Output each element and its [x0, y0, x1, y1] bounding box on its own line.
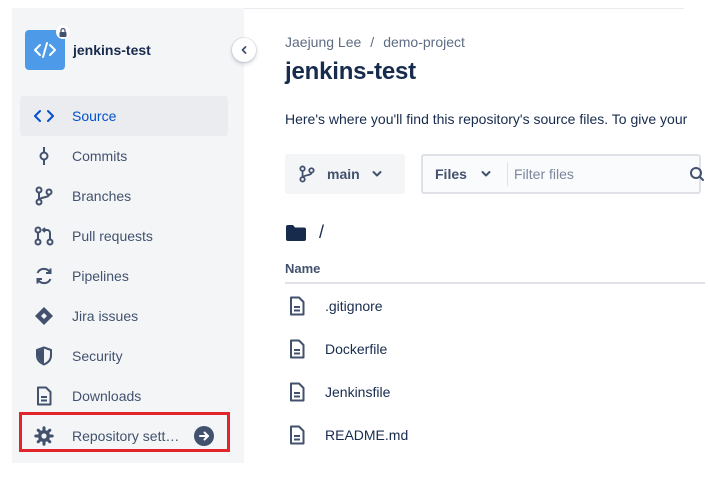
sidebar-item-label: Jira issues: [72, 308, 139, 324]
sidebar-item-label: Security: [72, 348, 123, 364]
path-root[interactable]: /: [319, 222, 324, 243]
shield-icon: [32, 344, 56, 368]
breadcrumb-separator: /: [370, 34, 375, 50]
file-icon: [285, 380, 309, 404]
commit-icon: [32, 144, 56, 168]
gear-icon: [32, 424, 56, 448]
sidebar-nav: Source Commits Branches Pull requests Pi…: [20, 96, 228, 456]
sidebar-item-downloads[interactable]: Downloads: [20, 376, 228, 416]
search-icon[interactable]: [689, 166, 705, 187]
sidebar-item-commits[interactable]: Commits: [20, 136, 228, 176]
list-item[interactable]: README.md: [285, 423, 408, 447]
repo-name[interactable]: jenkins-test: [73, 42, 151, 58]
folder-icon: [286, 224, 306, 241]
lock-icon: [56, 25, 70, 39]
files-type-select[interactable]: Files: [423, 156, 507, 192]
breadcrumb-project[interactable]: demo-project: [383, 34, 465, 50]
file-icon: [285, 294, 309, 318]
main-content: Jaejung Lee / demo-project jenkins-test He…: [244, 0, 708, 481]
branch-selector[interactable]: main: [285, 154, 405, 194]
page-description: Here's where you'll find this repository…: [285, 111, 688, 127]
sidebar-item-label: Repository sett…: [72, 428, 180, 444]
jira-icon: [32, 304, 56, 328]
list-item[interactable]: Jenkinsfile: [285, 380, 390, 404]
sidebar-item-label: Downloads: [72, 388, 142, 404]
sidebar-item-repository-settings[interactable]: Repository sett…: [20, 416, 228, 456]
file-icon: [285, 423, 309, 447]
sidebar-item-label: Pull requests: [72, 228, 153, 244]
branch-icon: [32, 184, 56, 208]
list-item[interactable]: Dockerfile: [285, 337, 387, 361]
divider: [244, 8, 684, 9]
divider: [285, 282, 705, 284]
breadcrumb-owner[interactable]: Jaejung Lee: [285, 34, 361, 50]
list-item[interactable]: .gitignore: [285, 294, 383, 318]
repo-header[interactable]: jenkins-test: [25, 25, 151, 70]
sidebar-item-jira-issues[interactable]: Jira issues: [20, 296, 228, 336]
column-header-name[interactable]: Name: [285, 261, 320, 276]
sidebar-item-label: Commits: [72, 148, 128, 164]
breadcrumb: Jaejung Lee / demo-project: [285, 34, 465, 50]
chevron-down-icon: [372, 170, 382, 178]
sidebar-item-security[interactable]: Security: [20, 336, 228, 376]
sidebar-item-label: Branches: [72, 188, 132, 204]
file-name[interactable]: Dockerfile: [325, 341, 387, 357]
file-name[interactable]: README.md: [325, 427, 408, 443]
sidebar-item-pipelines[interactable]: Pipelines: [20, 256, 228, 296]
code-icon: [34, 42, 56, 58]
sidebar-item-source[interactable]: Source: [20, 96, 228, 136]
branch-label: main: [327, 166, 360, 182]
sidebar-item-branches[interactable]: Branches: [20, 176, 228, 216]
file-name[interactable]: Jenkinsfile: [325, 384, 390, 400]
divider: [507, 162, 508, 186]
arrow-right-icon[interactable]: [194, 426, 214, 446]
page-title: jenkins-test: [285, 58, 416, 85]
document-icon: [32, 384, 56, 408]
code-icon: [32, 104, 56, 128]
sidebar-item-label: Source: [72, 108, 117, 124]
repo-avatar: [25, 25, 70, 70]
files-select-label: Files: [435, 166, 467, 182]
file-filter-bar: Files: [421, 154, 704, 194]
filter-files-input[interactable]: [514, 166, 684, 182]
sidebar-item-label: Pipelines: [72, 268, 129, 284]
current-path: /: [285, 222, 324, 243]
chevron-down-icon: [481, 170, 491, 178]
pull-request-icon: [32, 224, 56, 248]
sidebar-item-pull-requests[interactable]: Pull requests: [20, 216, 228, 256]
branch-icon: [299, 165, 315, 183]
pipelines-icon: [32, 264, 56, 288]
file-icon: [285, 337, 309, 361]
file-name[interactable]: .gitignore: [325, 298, 383, 314]
sidebar: jenkins-test Source Commits Branches Pul…: [12, 8, 244, 463]
